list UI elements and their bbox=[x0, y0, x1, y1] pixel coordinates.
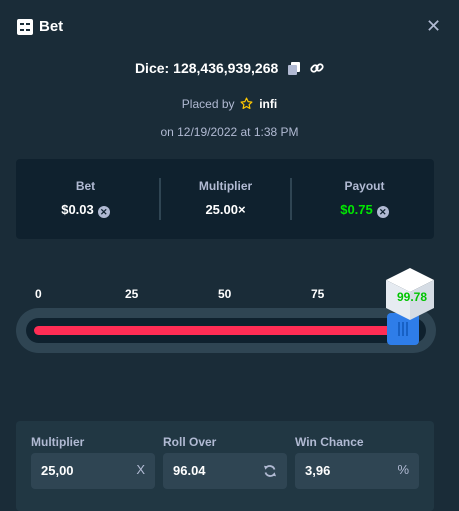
scale-label: 50 bbox=[218, 287, 232, 301]
bet-stats-panel: Bet $0.03 ✕ Multiplier 25.00× Payout $0.7… bbox=[16, 159, 434, 239]
stat-multiplier-label: Multiplier bbox=[198, 179, 253, 193]
stat-multiplier-value: 25.00× bbox=[205, 202, 246, 217]
stat-multiplier: Multiplier 25.00× bbox=[156, 159, 295, 239]
placed-by-row: Placed by infi bbox=[0, 97, 459, 111]
win-chance-value: 3,96 bbox=[305, 463, 331, 478]
close-icon[interactable]: ✕ bbox=[426, 17, 441, 35]
slider-track bbox=[26, 318, 426, 343]
win-chance-suffix: % bbox=[397, 462, 409, 477]
star-icon bbox=[240, 97, 253, 110]
scale-label: 25 bbox=[125, 287, 139, 301]
scale-label: 0 bbox=[35, 287, 42, 301]
dice-cube-icon: 99.78 bbox=[386, 268, 434, 320]
stat-divider bbox=[290, 178, 292, 220]
stat-payout-label: Payout bbox=[344, 179, 385, 193]
roll-slider[interactable] bbox=[16, 308, 436, 353]
stat-bet-value-row: $0.03 ✕ bbox=[16, 202, 155, 218]
scale-label: 75 bbox=[311, 287, 325, 301]
bet-date: on 12/19/2022 at 1:38 PM bbox=[160, 125, 299, 139]
dice-id-row: Dice: 128,436,939,268 bbox=[0, 60, 459, 76]
copy-icon[interactable] bbox=[288, 62, 301, 75]
modal-header: Bet ✕ bbox=[0, 0, 459, 56]
dice-id: 128,436,939,268 bbox=[173, 60, 279, 76]
roll-over-value: 96.04 bbox=[173, 463, 206, 478]
stat-bet-label: Bet bbox=[75, 179, 96, 193]
result-value: 99.78 bbox=[397, 290, 427, 304]
link-icon[interactable] bbox=[310, 61, 324, 75]
bet-icon bbox=[17, 19, 33, 35]
slider-lose-range bbox=[34, 326, 399, 335]
currency-icon: ✕ bbox=[376, 206, 389, 218]
stat-payout-value-row: $0.75 ✕ bbox=[295, 202, 434, 218]
multiplier-suffix: X bbox=[136, 462, 145, 477]
dice-label: Dice: bbox=[134, 60, 170, 76]
modal-title: Bet bbox=[39, 18, 64, 35]
roll-over-input[interactable]: 96.04 bbox=[163, 453, 287, 489]
multiplier-value: 25,00 bbox=[41, 463, 74, 478]
bet-controls-panel: Multiplier 25,00 X Roll Over 96.04 Win C… bbox=[16, 421, 434, 511]
win-chance-input[interactable]: 3,96 % bbox=[295, 453, 419, 489]
username-link[interactable]: infi bbox=[259, 97, 277, 111]
placed-by-label: Placed by bbox=[181, 97, 235, 111]
multiplier-label: Multiplier bbox=[31, 435, 85, 449]
stat-payout: Payout $0.75 ✕ bbox=[295, 159, 434, 239]
stat-payout-value: $0.75 bbox=[340, 202, 373, 217]
stat-bet: Bet $0.03 ✕ bbox=[16, 159, 155, 239]
refresh-icon[interactable] bbox=[263, 464, 277, 478]
stat-bet-value: $0.03 bbox=[61, 202, 94, 217]
currency-icon: ✕ bbox=[97, 206, 110, 218]
multiplier-input[interactable]: 25,00 X bbox=[31, 453, 155, 489]
win-chance-label: Win Chance bbox=[295, 435, 364, 449]
roll-over-label: Roll Over bbox=[163, 435, 217, 449]
